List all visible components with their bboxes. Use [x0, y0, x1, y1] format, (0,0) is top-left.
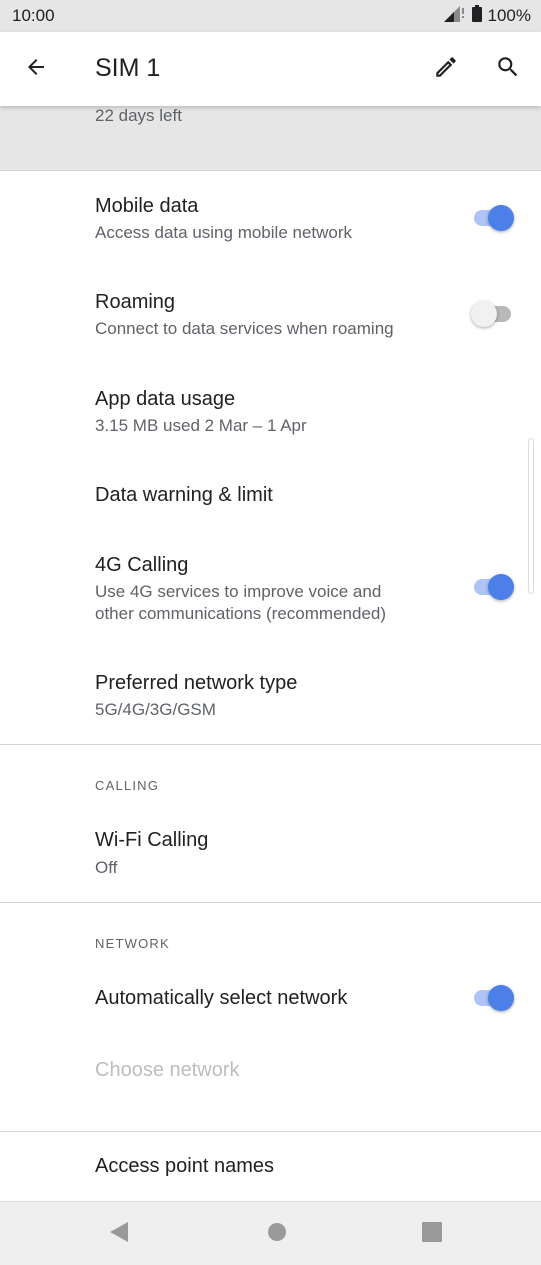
app-data-usage-summary: 3.15 MB used 2 Mar – 1 Apr	[95, 416, 307, 435]
battery-percent: 100%	[487, 6, 531, 25]
roaming-toggle[interactable]	[471, 299, 523, 329]
app-bar: SIM 1	[0, 32, 541, 106]
scrollbar[interactable]	[528, 438, 534, 594]
divider	[0, 744, 541, 745]
nav-back-icon	[108, 1221, 130, 1248]
battery-icon	[471, 5, 482, 27]
back-button[interactable]	[18, 51, 54, 87]
toggle-thumb	[488, 574, 514, 600]
nav-recents-button[interactable]	[417, 1219, 447, 1249]
status-icons: 100%	[443, 5, 531, 27]
status-bar: 10:00 100%	[0, 0, 541, 32]
4g-calling-toggle[interactable]	[472, 572, 518, 602]
settings-list: Mobile data Access data using mobile net…	[0, 171, 541, 1201]
mobile-data-title: Mobile data	[95, 195, 199, 217]
4g-calling-title: 4G Calling	[95, 554, 189, 576]
search-button[interactable]	[490, 51, 526, 87]
nav-home-button[interactable]	[262, 1219, 292, 1249]
app-data-usage-title: App data usage	[95, 388, 236, 410]
wifi-calling-title: Wi-Fi Calling	[95, 829, 209, 851]
wifi-calling-row[interactable]: Wi-Fi Calling Off	[0, 811, 541, 901]
signal-icon	[443, 5, 466, 27]
nav-home-icon	[267, 1222, 287, 1247]
4g-calling-summary-line1: Use 4G services to improve voice and	[95, 582, 382, 601]
auto-select-network-row[interactable]: Automatically select network	[0, 967, 541, 1037]
data-warning-limit-title: Data warning & limit	[95, 484, 273, 506]
nav-recents-icon	[422, 1221, 442, 1247]
roaming-summary: Connect to data services when roaming	[95, 319, 394, 338]
access-point-names-title: Access point names	[95, 1155, 274, 1177]
status-time: 10:00	[12, 6, 55, 25]
navigation-bar	[0, 1201, 541, 1265]
toggle-thumb	[488, 205, 514, 231]
roaming-title: Roaming	[95, 291, 176, 313]
mobile-data-summary: Access data using mobile network	[95, 223, 353, 242]
data-warning-limit-row[interactable]: Data warning & limit	[0, 460, 541, 530]
nav-back-button[interactable]	[104, 1219, 134, 1249]
auto-select-network-toggle[interactable]	[472, 983, 518, 1013]
app-data-usage-row[interactable]: App data usage 3.15 MB used 2 Mar – 1 Ap…	[0, 364, 541, 460]
auto-select-network-title: Automatically select network	[95, 987, 348, 1009]
edit-button[interactable]	[428, 51, 464, 87]
page-title: SIM 1	[95, 54, 161, 82]
4g-calling-summary-line2: other communications (recommended)	[95, 604, 387, 623]
access-point-names-row[interactable]: Access point names	[0, 1132, 541, 1201]
search-icon	[495, 54, 521, 85]
roaming-row[interactable]: Roaming Connect to data services when ro…	[0, 267, 541, 364]
mobile-data-toggle[interactable]	[472, 203, 518, 233]
divider	[0, 902, 541, 903]
usage-header: 22 days left	[0, 106, 541, 171]
toggle-thumb	[488, 985, 514, 1011]
days-left-text: 22 days left	[95, 106, 182, 125]
preferred-network-type-title: Preferred network type	[95, 672, 298, 694]
choose-network-row: Choose network	[0, 1037, 541, 1127]
preferred-network-type-summary: 5G/4G/3G/GSM	[95, 700, 216, 719]
choose-network-title: Choose network	[95, 1059, 240, 1081]
back-arrow-icon	[24, 55, 48, 84]
wifi-calling-summary: Off	[95, 858, 118, 877]
4g-calling-row[interactable]: 4G Calling Use 4G services to improve vo…	[0, 530, 541, 654]
calling-section-header: CALLING	[95, 778, 160, 793]
network-section-header: NETWORK	[95, 936, 170, 951]
mobile-data-row[interactable]: Mobile data Access data using mobile net…	[0, 171, 541, 267]
edit-pencil-icon	[433, 54, 459, 85]
toggle-thumb	[471, 301, 497, 327]
preferred-network-type-row[interactable]: Preferred network type 5G/4G/3G/GSM	[0, 654, 541, 744]
